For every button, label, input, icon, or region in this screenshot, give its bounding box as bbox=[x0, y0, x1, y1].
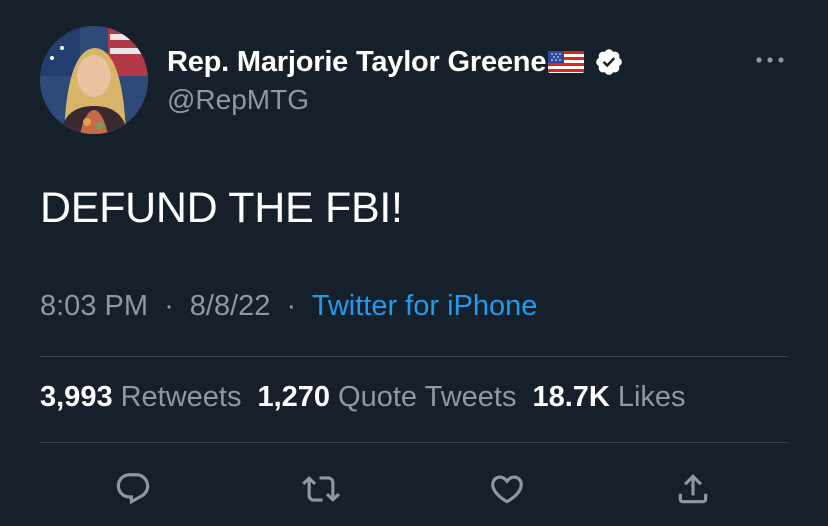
share-icon[interactable] bbox=[670, 466, 716, 512]
tweet-actions bbox=[0, 466, 828, 512]
display-name[interactable]: Rep. Marjorie Taylor Greene bbox=[167, 46, 546, 79]
avatar-image bbox=[40, 26, 148, 134]
quote-tweets-stat[interactable]: 1,270 Quote Tweets bbox=[257, 381, 516, 414]
meta-separator: · bbox=[286, 290, 297, 322]
retweets-stat[interactable]: 3,993 Retweets bbox=[40, 381, 241, 414]
us-flag-icon bbox=[548, 49, 585, 75]
quote-tweets-count: 1,270 bbox=[257, 381, 331, 413]
likes-label: Likes bbox=[617, 381, 686, 413]
verified-badge-icon[interactable] bbox=[594, 47, 624, 77]
meta-separator: · bbox=[164, 290, 174, 322]
tweet-card: Rep. Marjorie Taylor Greene @RepMTG DEFU… bbox=[0, 0, 828, 526]
tweet-text: DEFUND THE FBI! bbox=[40, 184, 403, 232]
divider bbox=[40, 442, 788, 443]
retweets-label: Retweets bbox=[120, 381, 242, 413]
user-handle[interactable]: @RepMTG bbox=[167, 84, 309, 116]
display-name-row[interactable]: Rep. Marjorie Taylor Greene bbox=[167, 42, 624, 82]
tweet-source-link[interactable]: Twitter for iPhone bbox=[312, 290, 538, 322]
tweet-meta: 8:03 PM · 8/8/22 · Twitter for iPhone bbox=[40, 290, 537, 323]
tweet-date[interactable]: 8/8/22 bbox=[190, 290, 271, 322]
retweets-count: 3,993 bbox=[40, 381, 113, 413]
like-icon[interactable] bbox=[484, 466, 530, 512]
reply-icon[interactable] bbox=[110, 466, 156, 512]
avatar[interactable] bbox=[40, 26, 148, 134]
tweet-time[interactable]: 8:03 PM bbox=[40, 290, 148, 322]
divider bbox=[40, 356, 788, 357]
likes-stat[interactable]: 18.7K Likes bbox=[532, 381, 685, 414]
tweet-stats: 3,993 Retweets 1,270 Quote Tweets 18.7K Lik… bbox=[40, 381, 686, 414]
likes-count: 18.7K bbox=[532, 381, 610, 413]
retweet-icon[interactable] bbox=[298, 466, 344, 512]
more-options-icon[interactable] bbox=[752, 46, 788, 74]
quote-tweets-label: Quote Tweets bbox=[338, 381, 517, 413]
